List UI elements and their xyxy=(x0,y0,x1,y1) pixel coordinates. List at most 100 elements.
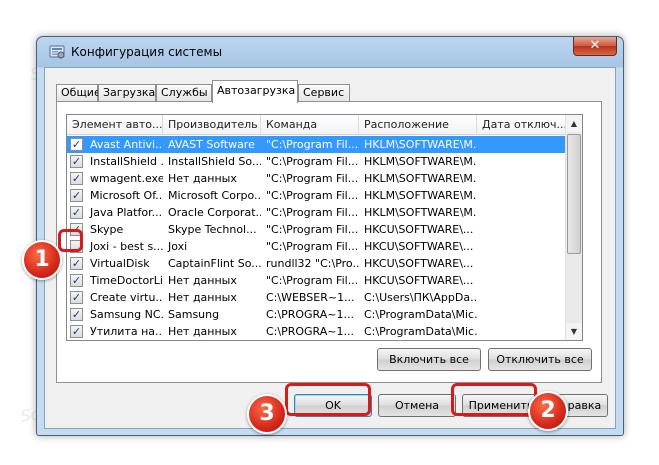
startup-item-checkbox[interactable]: ✓ xyxy=(70,308,83,321)
table-row[interactable]: ✓ InstallShield ... InstallShield So... "C:… xyxy=(67,153,577,170)
table-cell: VirtualDisk xyxy=(90,257,150,270)
table-cell xyxy=(477,255,577,272)
enable-all-button[interactable]: Включить все xyxy=(377,348,481,371)
startup-item-checkbox[interactable]: ✓ xyxy=(70,189,83,202)
vertical-scrollbar[interactable]: ▲ ▼ xyxy=(565,115,582,340)
table-cell: CaptainFlint So... xyxy=(168,257,261,270)
tab-boot[interactable]: Загрузка xyxy=(98,84,156,102)
tab-label: Службы xyxy=(161,86,208,99)
table-cell: "C:\Program Fil... xyxy=(266,138,359,151)
table-cell: "C:\Program Fil... xyxy=(266,155,359,168)
table-row[interactable]: ✓Adobe Upda...Adobe System..."C:\Program… xyxy=(67,340,577,341)
table-cell: 28.12.2017 0... xyxy=(477,340,577,341)
disable-all-button[interactable]: Отключить все xyxy=(488,348,592,371)
table-row[interactable]: ✓ Samsung NC... Samsung C:\PROGRA~1... C:\Pr… xyxy=(67,306,577,323)
table-cell xyxy=(477,136,577,153)
table-cell: AVAST Software xyxy=(168,138,255,151)
table-cell: HKCU\SOFTWARE\... xyxy=(364,223,474,236)
table-row[interactable]: ✓ Microsoft Of... Microsoft Corpo... "C:\Pr… xyxy=(67,187,577,204)
table-cell xyxy=(477,323,577,340)
close-button[interactable]: ✕ xyxy=(573,37,617,56)
table-cell: Oracle Corporat... xyxy=(168,206,261,219)
table-cell xyxy=(477,306,577,323)
table-row[interactable]: ✓ wmagent.exe Нет данных "C:\Program Fil...… xyxy=(67,170,577,187)
column-header-command[interactable]: Команда xyxy=(261,115,359,135)
table-cell: InstallShield ... xyxy=(90,155,163,168)
tab-label: Автозагрузка xyxy=(217,84,296,97)
table-cell: Утилита на... xyxy=(90,325,163,338)
startup-item-checkbox[interactable]: ✓ xyxy=(70,291,83,304)
table-row[interactable]: ✓ Skype Skype Technol... "C:\Program Fil...… xyxy=(67,221,577,238)
table-row[interactable]: ✓ Утилита на... Нет данных C:\PROGRA~1... C:… xyxy=(67,323,577,340)
table-cell: "C:\Program Fil... xyxy=(266,189,359,202)
table-row[interactable]: ✓ Java Platfor... Oracle Corporat... "C:\Pr… xyxy=(67,204,577,221)
list-header: Элемент авто... Производитель Команда Ра… xyxy=(67,115,577,135)
table-cell: Нет данных xyxy=(168,325,237,338)
startup-item-checkbox[interactable]: ✓ xyxy=(70,155,83,168)
table-cell xyxy=(477,170,577,187)
table-cell: Create virtu... xyxy=(90,291,163,304)
column-header-location[interactable]: Расположение xyxy=(359,115,477,135)
table-cell: C:\ProgramData\Mic... xyxy=(364,325,477,338)
highlight-apply-ring xyxy=(451,383,537,416)
table-cell: InstallShield So... xyxy=(168,155,261,168)
tab-startup[interactable]: Автозагрузка xyxy=(212,80,298,103)
table-row[interactable]: ✓ Create virtu... Нет данных C:\WEBSER~1...… xyxy=(67,289,577,306)
table-row[interactable]: ✓ Avast Antivi... AVAST Software "C:\Progra… xyxy=(67,136,577,153)
tab-general[interactable]: Общие xyxy=(56,84,101,102)
scroll-up-arrow-icon[interactable]: ▲ xyxy=(566,115,582,132)
table-cell xyxy=(477,272,577,289)
scroll-thumb[interactable] xyxy=(567,134,581,254)
table-row[interactable]: ✓ TimeDoctorLite Нет данных "C:\Program Fil… xyxy=(67,272,577,289)
table-cell: rundll32 "C:\Pro... xyxy=(266,257,359,270)
table-cell xyxy=(477,153,577,170)
table-row[interactable]: ✓ VirtualDisk CaptainFlint So... rundll32 "… xyxy=(67,255,577,272)
tab-tools[interactable]: Сервис xyxy=(298,84,350,102)
startup-item-checkbox[interactable]: ✓ xyxy=(70,325,83,338)
table-cell: HKCU\SOFTWARE\... xyxy=(364,240,474,253)
table-cell: TimeDoctorLite xyxy=(90,274,163,287)
cancel-button[interactable]: Отмена xyxy=(378,394,456,417)
table-cell: HKLM\SOFTWARE\M... xyxy=(364,172,477,185)
title-bar[interactable]: Конфигурация системы ✕ xyxy=(37,37,623,67)
startup-item-checkbox[interactable]: ✓ xyxy=(70,172,83,185)
callout-badge-2: 2 xyxy=(528,391,568,431)
tab-label: Загрузка xyxy=(103,86,156,99)
startup-item-checkbox[interactable]: ✓ xyxy=(70,257,83,270)
table-cell: Нет данных xyxy=(168,172,237,185)
startup-item-checkbox[interactable]: ✓ xyxy=(70,206,83,219)
table-row[interactable]: Joxi - best s... Joxi "C:\Program Fil... HK… xyxy=(67,238,577,255)
tab-services[interactable]: Службы xyxy=(156,84,212,102)
startup-items-list[interactable]: Элемент авто... Производитель Команда Ра… xyxy=(66,114,583,341)
table-cell: HKLM\SOFTWARE\M... xyxy=(364,189,477,202)
table-cell: "C:\Program Fil... xyxy=(266,223,359,236)
table-cell: HKLM\SOFTWARE\M... xyxy=(359,340,477,341)
highlight-checkbox-ring xyxy=(58,229,83,252)
table-cell: wmagent.exe xyxy=(90,172,163,185)
scroll-down-arrow-icon[interactable]: ▼ xyxy=(566,323,582,340)
table-cell: HKCU\SOFTWARE\... xyxy=(364,274,474,287)
table-cell xyxy=(477,238,577,255)
window-title: Конфигурация системы xyxy=(71,45,223,59)
column-header-item[interactable]: Элемент авто... xyxy=(67,115,163,135)
table-cell: Microsoft Of... xyxy=(90,189,163,202)
table-cell: "C:\Program Fil... xyxy=(266,206,359,219)
table-cell: Samsung NC... xyxy=(90,308,163,321)
list-rows: ✓ Avast Antivi... AVAST Software "C:\Progra… xyxy=(67,136,577,341)
startup-item-checkbox[interactable]: ✓ xyxy=(70,274,83,287)
table-cell xyxy=(477,289,577,306)
system-configuration-window: Конфигурация системы ✕ Общие Загрузка Сл… xyxy=(36,36,624,436)
table-cell: Microsoft Corpo... xyxy=(168,189,261,202)
table-cell: C:\PROGRA~1... xyxy=(266,325,354,338)
startup-item-checkbox[interactable]: ✓ xyxy=(70,138,83,151)
table-cell: Java Platfor... xyxy=(90,206,163,219)
table-cell xyxy=(477,221,577,238)
table-cell: HKLM\SOFTWARE\M... xyxy=(364,155,477,168)
close-icon: ✕ xyxy=(589,38,601,53)
table-cell: C:\PROGRA~1... xyxy=(266,308,354,321)
callout-badge-1: 1 xyxy=(22,240,62,280)
table-cell xyxy=(477,187,577,204)
table-cell: Joxi - best s... xyxy=(90,240,163,253)
column-header-manufacturer[interactable]: Производитель xyxy=(163,115,261,135)
column-header-date-disabled[interactable]: Дата отключ... xyxy=(477,115,577,135)
